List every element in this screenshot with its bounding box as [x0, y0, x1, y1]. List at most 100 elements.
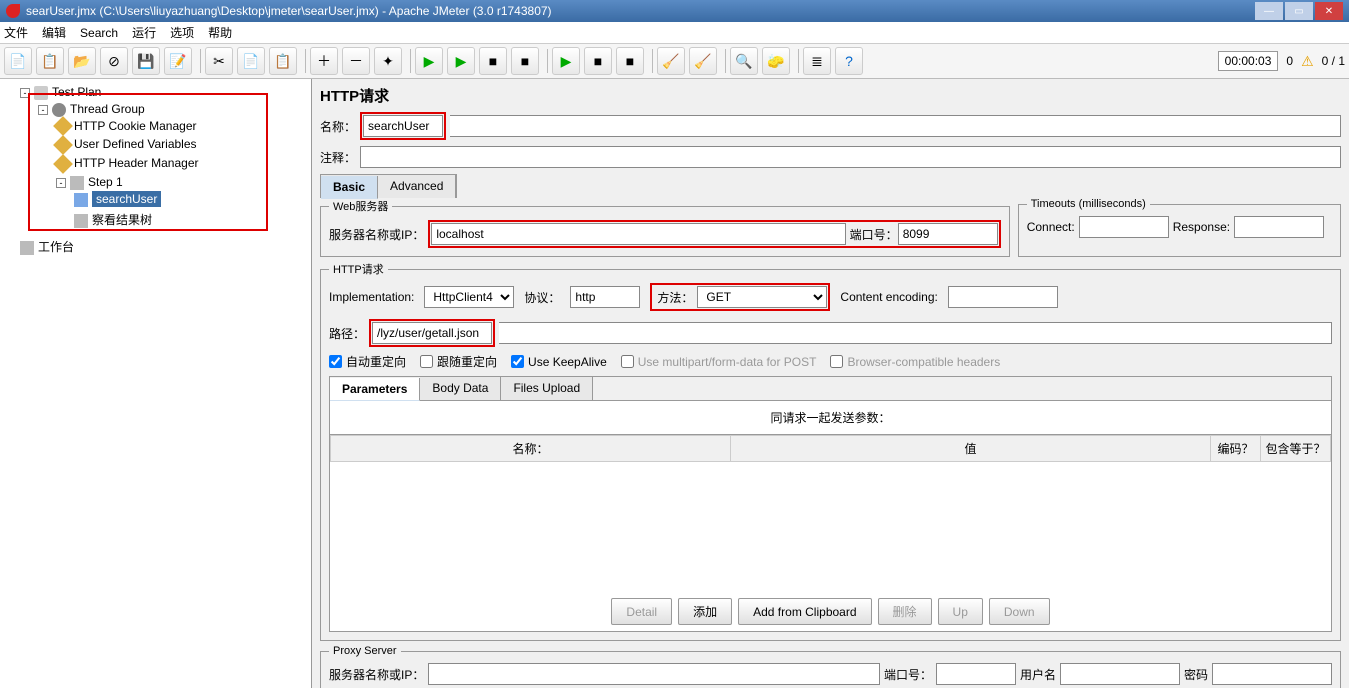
tab-basic[interactable]: Basic	[321, 176, 378, 199]
cb-follow-redirect[interactable]: 跟随重定向	[420, 353, 497, 370]
proto-input[interactable]	[570, 286, 640, 308]
down-button[interactable]: Down	[989, 598, 1050, 625]
tree-threadgroup[interactable]: Thread Group	[70, 102, 145, 116]
remote-shutdown-icon[interactable]: ■	[616, 47, 644, 75]
titlebar: searUser.jmx (C:\Users\liuyazhuang\Deskt…	[0, 0, 1349, 22]
save-icon[interactable]: 💾	[132, 47, 160, 75]
help-icon[interactable]: ?	[835, 47, 863, 75]
cb-auto-redirect[interactable]: 自动重定向	[329, 353, 406, 370]
connect-input[interactable]	[1079, 216, 1169, 238]
stop-icon[interactable]: ■	[479, 47, 507, 75]
maximize-button[interactable]: ▭	[1285, 2, 1313, 20]
cut-icon[interactable]: ✂	[205, 47, 233, 75]
menu-edit[interactable]: 编辑	[42, 24, 66, 41]
cb-browser-compat[interactable]: Browser-compatible headers	[830, 355, 1000, 369]
proxy-user-input[interactable]	[1060, 663, 1180, 685]
menu-file[interactable]: 文件	[4, 24, 28, 41]
tree-workbench[interactable]: 工作台	[38, 240, 74, 254]
tree-toggle[interactable]: -	[56, 178, 66, 188]
menu-help[interactable]: 帮助	[208, 24, 232, 41]
cb-multipart[interactable]: Use multipart/form-data for POST	[621, 355, 817, 369]
listener-icon	[74, 214, 88, 228]
tab-body-data[interactable]: Body Data	[420, 377, 501, 400]
tab-files-upload[interactable]: Files Upload	[501, 377, 593, 400]
paste-icon[interactable]: 📋	[269, 47, 297, 75]
reset-search-icon[interactable]: 🧽	[762, 47, 790, 75]
menu-run[interactable]: 运行	[132, 24, 156, 41]
open-icon[interactable]: 📂	[68, 47, 96, 75]
comment-input[interactable]	[360, 146, 1341, 168]
templates-icon[interactable]: 📋	[36, 47, 64, 75]
minimize-button[interactable]: —	[1255, 2, 1283, 20]
tree-toggle[interactable]: -	[20, 88, 30, 98]
close-icon[interactable]: ⊘	[100, 47, 128, 75]
remote-start-icon[interactable]: ▶	[552, 47, 580, 75]
clear-icon[interactable]: 🧹	[657, 47, 685, 75]
impl-select[interactable]: HttpClient4	[424, 286, 514, 308]
path-input-extend[interactable]	[499, 322, 1332, 344]
method-select[interactable]: GET	[697, 286, 827, 308]
menubar: 文件 编辑 Search 运行 选项 帮助	[0, 22, 1349, 44]
params-body[interactable]	[330, 462, 1331, 592]
delete-button[interactable]: 删除	[878, 598, 932, 625]
start-icon[interactable]: ▶	[415, 47, 443, 75]
timeouts-legend: Timeouts (milliseconds)	[1027, 198, 1150, 210]
server-input[interactable]	[431, 223, 845, 245]
tree-step1[interactable]: Step 1	[88, 175, 123, 189]
close-button[interactable]: ✕	[1315, 2, 1343, 20]
tree-testplan[interactable]: Test Plan	[52, 85, 101, 99]
tree-searchuser[interactable]: searchUser	[92, 191, 161, 207]
expand-icon[interactable]: ＋	[310, 47, 338, 75]
name-input-extend[interactable]	[450, 115, 1341, 137]
start-notimers-icon[interactable]: ▶	[447, 47, 475, 75]
encoding-input[interactable]	[948, 286, 1058, 308]
function-helper-icon[interactable]: ≣	[803, 47, 831, 75]
toggle-icon[interactable]: ✦	[374, 47, 402, 75]
proxy-port-input[interactable]	[936, 663, 1016, 685]
save-as-icon[interactable]: 📝	[164, 47, 192, 75]
clear-all-icon[interactable]: 🧹	[689, 47, 717, 75]
config-tabs: Basic Advanced	[320, 174, 457, 198]
menu-search[interactable]: Search	[80, 26, 118, 40]
proxy-pass-input[interactable]	[1212, 663, 1332, 685]
tree-user-vars[interactable]: User Defined Variables	[74, 137, 197, 151]
search-icon[interactable]: 🔍	[730, 47, 758, 75]
detail-button[interactable]: Detail	[611, 598, 672, 625]
warning-icon: ⚠	[1301, 53, 1314, 70]
response-label: Response:	[1173, 220, 1230, 234]
gear-icon	[52, 103, 66, 117]
proxy-fieldset: Proxy Server 服务器名称或IP： 端口号： 用户名 密码	[320, 645, 1341, 688]
new-icon[interactable]: 📄	[4, 47, 32, 75]
path-input[interactable]	[372, 322, 492, 344]
tree-view-results[interactable]: 察看结果树	[92, 213, 152, 227]
param-tabs: Parameters Body Data Files Upload	[329, 376, 1332, 400]
port-label: 端口号：	[850, 226, 898, 243]
port-input[interactable]	[898, 223, 998, 245]
response-input[interactable]	[1234, 216, 1324, 238]
server-label: 服务器名称或IP：	[329, 226, 424, 243]
collapse-icon[interactable]: －	[342, 47, 370, 75]
tree-header-mgr[interactable]: HTTP Header Manager	[74, 156, 199, 170]
remote-stop-icon[interactable]: ■	[584, 47, 612, 75]
tree-toggle[interactable]: -	[38, 105, 48, 115]
proxy-port-label: 端口号：	[884, 666, 932, 683]
proxy-server-input[interactable]	[428, 663, 880, 685]
shutdown-icon[interactable]: ■	[511, 47, 539, 75]
col-name: 名称：	[331, 436, 731, 462]
test-plan-tree[interactable]: -Test Plan -Thread Group HTTP Cookie Man…	[0, 79, 312, 688]
copy-icon[interactable]: 📄	[237, 47, 265, 75]
config-icon	[53, 154, 73, 174]
name-input[interactable]	[363, 115, 443, 137]
cb-keepalive[interactable]: Use KeepAlive	[511, 355, 607, 369]
tab-parameters[interactable]: Parameters	[330, 378, 420, 401]
tab-advanced[interactable]: Advanced	[378, 175, 456, 198]
col-include: 包含等于？	[1261, 436, 1331, 462]
menu-options[interactable]: 选项	[170, 24, 194, 41]
add-button[interactable]: 添加	[678, 598, 732, 625]
tree-cookie-mgr[interactable]: HTTP Cookie Manager	[74, 119, 197, 133]
params-caption: 同请求一起发送参数：	[330, 401, 1331, 435]
add-clipboard-button[interactable]: Add from Clipboard	[738, 598, 871, 625]
web-server-legend: Web服务器	[329, 198, 392, 214]
up-button[interactable]: Up	[938, 598, 983, 625]
encoding-label: Content encoding:	[840, 290, 937, 304]
